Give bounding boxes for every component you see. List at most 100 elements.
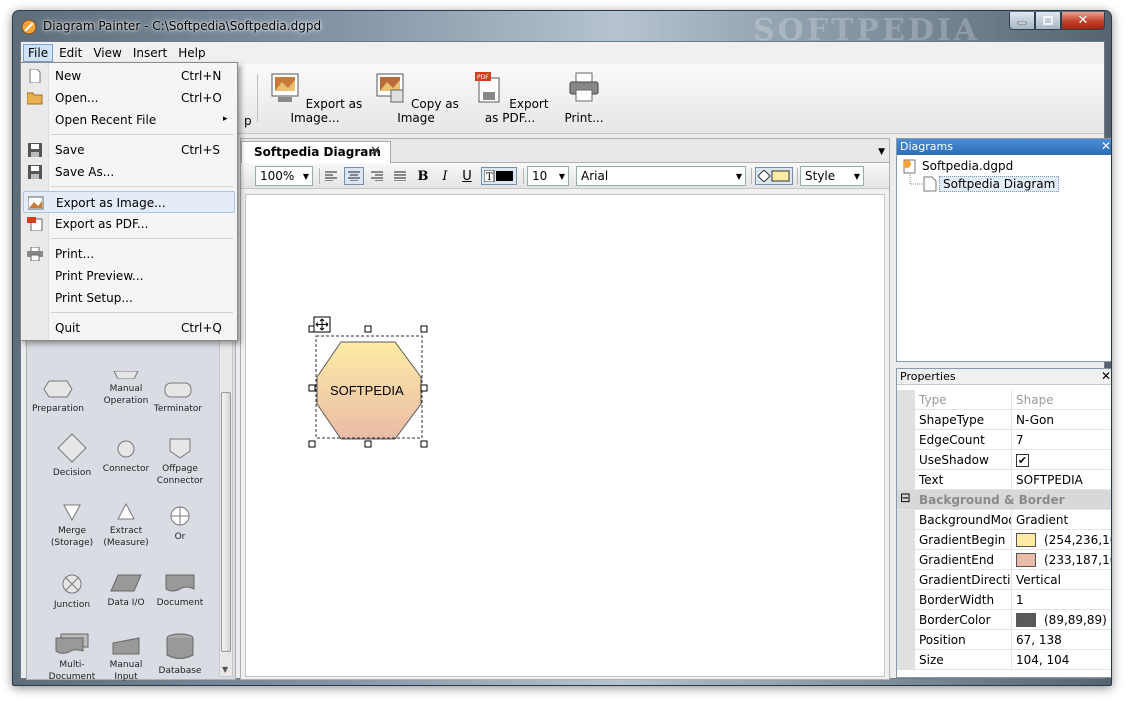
palette-scroll-thumb[interactable] bbox=[221, 392, 231, 652]
tree-item-file[interactable]: Softpedia.dgpd bbox=[902, 158, 1013, 174]
tab-close-icon[interactable]: ✕ bbox=[370, 144, 381, 159]
prop-row-gradientbegin[interactable]: GradientBegin (254,236,165) bbox=[897, 530, 1111, 550]
copy-image-button[interactable]: Copy as Image bbox=[373, 70, 459, 125]
prop-row-bordercolor[interactable]: BorderColor (89,89,89) bbox=[897, 610, 1111, 630]
tab-softpedia-diagram[interactable]: Softpedia Diagram ✕ bbox=[241, 141, 391, 163]
menu-item-save-as[interactable]: Save As... bbox=[23, 161, 235, 183]
diagrams-panel-header: Diagrams ✕ bbox=[897, 139, 1111, 155]
close-button[interactable]: ✕ bbox=[1061, 12, 1105, 30]
menu-item-new[interactable]: New Ctrl+N bbox=[23, 65, 235, 87]
export-image-button[interactable]: Export as Image... bbox=[267, 70, 363, 125]
format-toolbar: 100% ▼ B I U T 10 ▼ Arial ▼ Style ▼ bbox=[241, 163, 889, 189]
diagrams-panel-title: Diagrams bbox=[900, 140, 953, 153]
shape-decision[interactable]: Decision bbox=[45, 433, 99, 479]
prop-row-text[interactable]: Text SOFTPEDIA bbox=[897, 470, 1111, 490]
menu-bar: File Edit View Insert Help bbox=[21, 42, 1104, 64]
shape-multi-document[interactable]: Multi-Document bbox=[45, 633, 99, 683]
tab-menu-icon[interactable]: ▼ bbox=[878, 147, 885, 157]
menu-file[interactable]: File bbox=[23, 44, 54, 62]
zoom-combo[interactable]: 100% ▼ bbox=[255, 166, 313, 186]
collapse-icon[interactable]: ⊟ bbox=[900, 491, 911, 506]
italic-button[interactable]: I bbox=[435, 167, 455, 185]
toolbar-partial-label[interactable]: p bbox=[244, 114, 252, 128]
scroll-down-icon[interactable]: ▼ bbox=[222, 665, 228, 674]
shape-or[interactable]: Or bbox=[153, 505, 207, 543]
bold-button[interactable]: B bbox=[413, 167, 433, 185]
floppy-icon bbox=[28, 165, 42, 179]
menu-item-save[interactable]: Save Ctrl+S bbox=[23, 139, 235, 161]
shape-extract[interactable]: Extract (Measure) bbox=[99, 503, 153, 549]
prop-row-size[interactable]: Size 104, 104 bbox=[897, 650, 1111, 670]
prop-row-edgecount[interactable]: EdgeCount 7 bbox=[897, 430, 1111, 450]
menu-edit[interactable]: Edit bbox=[54, 44, 87, 62]
chevron-down-icon: ▼ bbox=[302, 172, 309, 181]
align-right-icon bbox=[371, 171, 383, 181]
prop-row-gradientdirection[interactable]: GradientDirection Vertical bbox=[897, 570, 1111, 590]
menu-item-export-pdf[interactable]: Export as PDF... bbox=[23, 213, 235, 235]
shape-manual-operation[interactable]: Manual Operation bbox=[99, 371, 153, 407]
useshadow-checkbox[interactable]: ✔ bbox=[1016, 454, 1029, 467]
menu-help[interactable]: Help bbox=[173, 44, 210, 62]
menu-item-print[interactable]: Print... bbox=[23, 243, 235, 265]
properties-close-icon[interactable]: ✕ bbox=[1101, 369, 1111, 383]
menu-insert[interactable]: Insert bbox=[128, 44, 172, 62]
prop-row-backgroundmode[interactable]: BackgroundMode Gradient bbox=[897, 510, 1111, 530]
menu-item-open-recent[interactable]: Open Recent File ▸ bbox=[23, 109, 235, 131]
properties-panel-header: Properties ✕ bbox=[897, 369, 1111, 385]
export-image-icon bbox=[271, 73, 299, 102]
align-right-button[interactable] bbox=[367, 167, 387, 185]
shape-offpage-connector[interactable]: Offpage Connector bbox=[153, 437, 207, 487]
connector-shape-icon bbox=[117, 440, 135, 458]
diagrams-close-icon[interactable]: ✕ bbox=[1101, 139, 1111, 153]
shape-junction[interactable]: Junction bbox=[45, 573, 99, 611]
maximize-button[interactable] bbox=[1035, 12, 1061, 30]
document-shape-icon bbox=[165, 574, 195, 592]
chevron-down-icon: ▼ bbox=[735, 172, 742, 181]
minimize-button[interactable] bbox=[1009, 12, 1035, 30]
align-left-button[interactable] bbox=[321, 167, 341, 185]
text-color-button[interactable]: T bbox=[481, 167, 517, 185]
app-logo-icon bbox=[21, 19, 37, 35]
menu-item-print-setup[interactable]: Print Setup... bbox=[23, 287, 235, 309]
shape-database[interactable]: Database bbox=[153, 633, 207, 677]
style-combo[interactable]: Style ▼ bbox=[800, 166, 864, 186]
diagram-page-icon bbox=[923, 176, 937, 192]
align-center-button[interactable] bbox=[344, 167, 364, 185]
menu-view[interactable]: View bbox=[88, 44, 126, 62]
font-size-combo[interactable]: 10 ▼ bbox=[527, 166, 569, 186]
diagram-canvas[interactable]: SOFTPEDIA bbox=[245, 194, 885, 677]
tree-item-diagram[interactable]: Softpedia Diagram bbox=[939, 176, 1060, 192]
shape-data-io[interactable]: Data I/O bbox=[99, 573, 153, 609]
shape-connector[interactable]: Connector bbox=[99, 439, 153, 475]
tree-connector bbox=[909, 173, 922, 185]
shape-preparation[interactable]: Preparation bbox=[31, 377, 85, 415]
prop-category-background[interactable]: ⊟ Background & Border bbox=[897, 490, 1111, 510]
prop-row-shapetype[interactable]: ShapeType N-Gon bbox=[897, 410, 1111, 430]
merge-shape-icon bbox=[63, 504, 81, 521]
prop-row-borderwidth[interactable]: BorderWidth 1 bbox=[897, 590, 1111, 610]
prop-row-position[interactable]: Position 67, 138 bbox=[897, 630, 1111, 650]
shape-merge[interactable]: Merge (Storage) bbox=[45, 503, 99, 549]
title-bar[interactable]: Diagram Painter - C:\Softpedia\Softpedia… bbox=[13, 11, 1111, 48]
menu-item-export-image[interactable]: Export as Image... bbox=[23, 191, 235, 213]
export-pdf-button[interactable]: PDF Export as PDF... bbox=[467, 70, 553, 125]
font-name-combo[interactable]: Arial ▼ bbox=[576, 166, 746, 186]
shape-terminator[interactable]: Terminator bbox=[151, 377, 205, 415]
justify-button[interactable] bbox=[390, 167, 410, 185]
print-button[interactable]: Print... bbox=[559, 70, 609, 125]
underline-button[interactable]: U bbox=[457, 167, 477, 185]
menu-item-quit[interactable]: Quit Ctrl+Q bbox=[23, 317, 235, 339]
prop-row-gradientend[interactable]: GradientEnd (233,187,167) bbox=[897, 550, 1111, 570]
database-shape-icon bbox=[166, 633, 194, 659]
prop-row-useshadow[interactable]: UseShadow ✔ bbox=[897, 450, 1111, 470]
move-handle-icon[interactable] bbox=[313, 316, 331, 333]
zoom-value: 100% bbox=[260, 169, 295, 183]
menu-item-open[interactable]: Open... Ctrl+O bbox=[23, 87, 235, 109]
printer-icon bbox=[569, 72, 599, 102]
shape-manual-input[interactable]: Manual Input bbox=[99, 637, 153, 683]
canvas-svg bbox=[308, 316, 428, 448]
menu-item-print-preview[interactable]: Print Preview... bbox=[23, 265, 235, 287]
fill-color-icon bbox=[758, 170, 790, 182]
shape-document[interactable]: Document bbox=[153, 573, 207, 609]
fill-color-button[interactable] bbox=[755, 167, 793, 185]
